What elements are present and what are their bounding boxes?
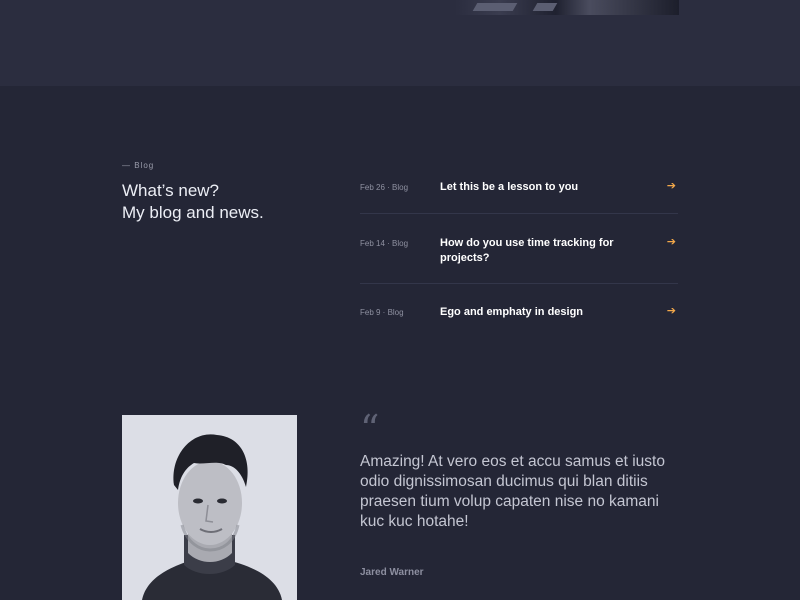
blog-heading: What’s new? My blog and news. bbox=[122, 180, 342, 224]
arrow-right-icon[interactable]: ➔ bbox=[667, 304, 676, 317]
blog-heading-line-1: What’s new? bbox=[122, 181, 220, 200]
testimonial-portrait bbox=[122, 415, 297, 600]
post-meta: Feb 26 · Blog bbox=[360, 183, 409, 192]
main-content: — Blog What’s new? My blog and news. Feb… bbox=[0, 86, 800, 600]
blog-post-list: Feb 26 · Blog Let this be a lesson to yo… bbox=[360, 164, 678, 340]
blog-post-item[interactable]: Feb 9 · Blog Ego and emphaty in design ➔ bbox=[360, 284, 678, 340]
arrow-right-icon[interactable]: ➔ bbox=[667, 235, 676, 248]
quote-icon: “ bbox=[360, 407, 380, 451]
blog-post-item[interactable]: Feb 14 · Blog How do you use time tracki… bbox=[360, 214, 678, 284]
blog-heading-line-2: My blog and news. bbox=[122, 203, 264, 222]
post-meta: Feb 9 · Blog bbox=[360, 308, 404, 317]
post-title-link[interactable]: Let this be a lesson to you bbox=[440, 180, 640, 195]
portrait-illustration bbox=[122, 415, 297, 600]
testimonial-author: Jared Warner bbox=[360, 567, 424, 578]
image-detail bbox=[472, 3, 518, 11]
post-title-link[interactable]: Ego and emphaty in design bbox=[440, 305, 640, 320]
post-title-link[interactable]: How do you use time tracking for project… bbox=[440, 236, 640, 266]
testimonial-text: Amazing! At vero eos et accu samus et iu… bbox=[360, 453, 665, 530]
arrow-right-icon[interactable]: ➔ bbox=[667, 179, 676, 192]
image-detail bbox=[532, 3, 558, 11]
post-meta: Feb 14 · Blog bbox=[360, 239, 409, 248]
previous-section-band bbox=[0, 0, 800, 86]
project-preview-image[interactable] bbox=[455, 0, 679, 15]
blog-post-item[interactable]: Feb 26 · Blog Let this be a lesson to yo… bbox=[360, 164, 678, 214]
blog-eyebrow: — Blog bbox=[122, 161, 155, 170]
